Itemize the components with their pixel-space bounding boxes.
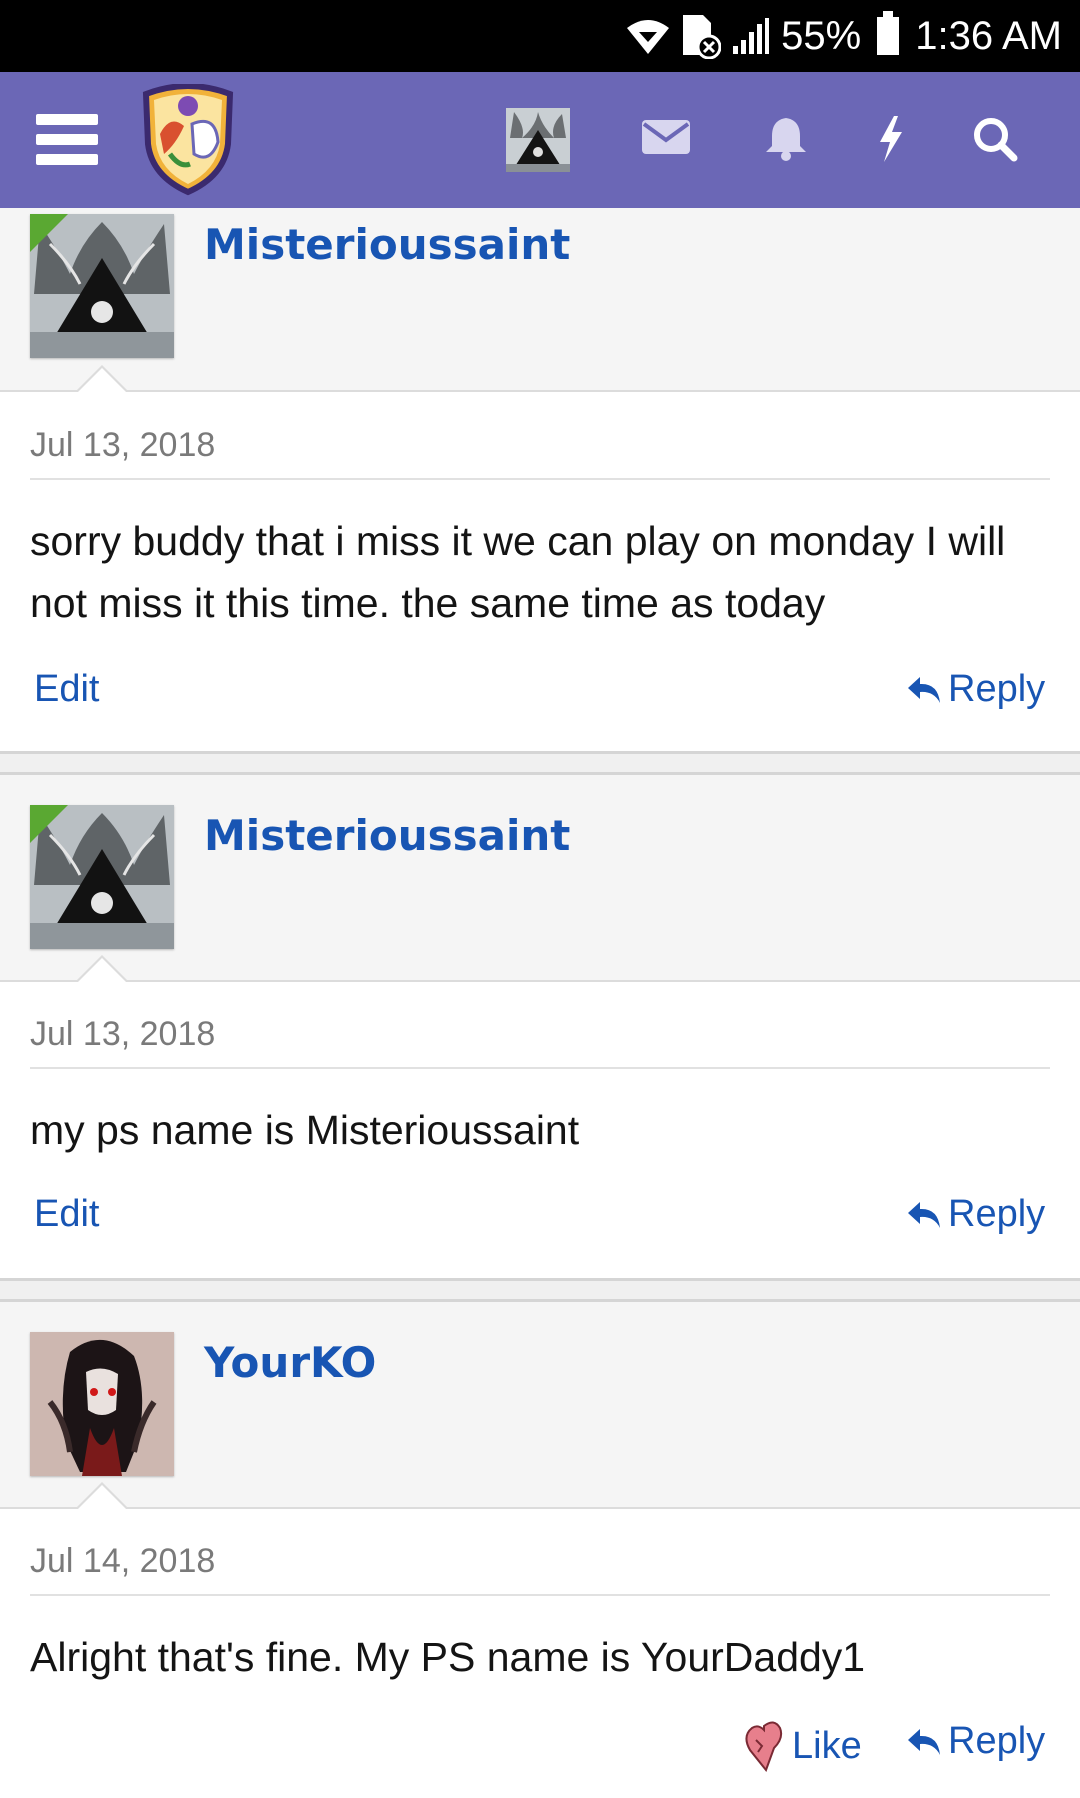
post-username[interactable]: Misterioussaint	[204, 220, 570, 269]
signal-icon	[731, 16, 771, 56]
post-pointer-fill	[78, 1485, 126, 1509]
user-avatar[interactable]	[506, 108, 570, 172]
avatar[interactable]	[30, 214, 174, 358]
edit-label: Edit	[34, 668, 100, 710]
edit-link[interactable]: Edit	[34, 1193, 99, 1236]
reply-label: Reply	[948, 1193, 1046, 1235]
date-divider	[30, 478, 1050, 480]
menu-icon[interactable]	[36, 114, 98, 166]
battery-percent: 55%	[781, 13, 862, 58]
status-bar: 55% 1:36 AM	[0, 0, 1080, 72]
reply-icon	[908, 676, 940, 703]
no-sim-icon	[681, 13, 722, 59]
mail-icon[interactable]	[642, 116, 690, 161]
post-date[interactable]: Jul 13, 2018	[30, 1015, 215, 1054]
like-link[interactable]: Like	[744, 1720, 862, 1772]
post-message: sorry buddy that i miss it we can play o…	[30, 518, 1006, 626]
lightning-icon[interactable]	[876, 116, 904, 167]
post-username[interactable]: YourKO	[204, 1338, 376, 1387]
edit-label: Edit	[34, 1193, 100, 1235]
avatar[interactable]	[30, 1332, 174, 1476]
post-message: Alright that's fine. My PS name is YourD…	[30, 1634, 866, 1680]
post-header-border	[0, 390, 1080, 392]
battery-icon	[877, 11, 900, 55]
wifi-icon	[625, 16, 671, 56]
bell-icon[interactable]	[764, 116, 808, 167]
post-date[interactable]: Jul 13, 2018	[30, 426, 215, 465]
post-pointer-fill	[78, 958, 126, 982]
like-label: Like	[792, 1724, 862, 1767]
reply-icon	[908, 1201, 940, 1228]
reply-label: Reply	[948, 668, 1046, 710]
site-logo[interactable]	[140, 83, 236, 196]
reply-link[interactable]: Reply	[906, 668, 1045, 711]
post-gap	[0, 754, 1080, 772]
post-username[interactable]: Misterioussaint	[204, 811, 570, 860]
app-header	[0, 72, 1080, 208]
post-pointer-fill	[78, 368, 126, 392]
post: Misterioussaint Jul 13, 2018 my ps name …	[0, 775, 1080, 1279]
reply-label: Reply	[948, 1720, 1046, 1762]
post: YourKO Jul 14, 2018 Alright that's fine.…	[0, 1302, 1080, 1798]
heart-icon	[745, 1721, 783, 1772]
avatar[interactable]	[30, 805, 174, 949]
date-divider	[30, 1067, 1050, 1069]
reply-link[interactable]: Reply	[906, 1193, 1045, 1236]
post-date[interactable]: Jul 14, 2018	[30, 1542, 215, 1581]
date-divider	[30, 1594, 1050, 1596]
reply-link[interactable]: Reply	[906, 1720, 1045, 1763]
edit-link[interactable]: Edit	[34, 668, 99, 711]
search-icon[interactable]	[972, 116, 1018, 167]
reply-icon	[908, 1728, 940, 1755]
post: Misterioussaint Jul 13, 2018 sorry buddy…	[0, 208, 1080, 753]
post-gap	[0, 1281, 1080, 1299]
post-header-border	[0, 1507, 1080, 1509]
clock: 1:36 AM	[915, 13, 1062, 58]
post-message: my ps name is Misterioussaint	[30, 1107, 580, 1153]
post-header-border	[0, 980, 1080, 982]
